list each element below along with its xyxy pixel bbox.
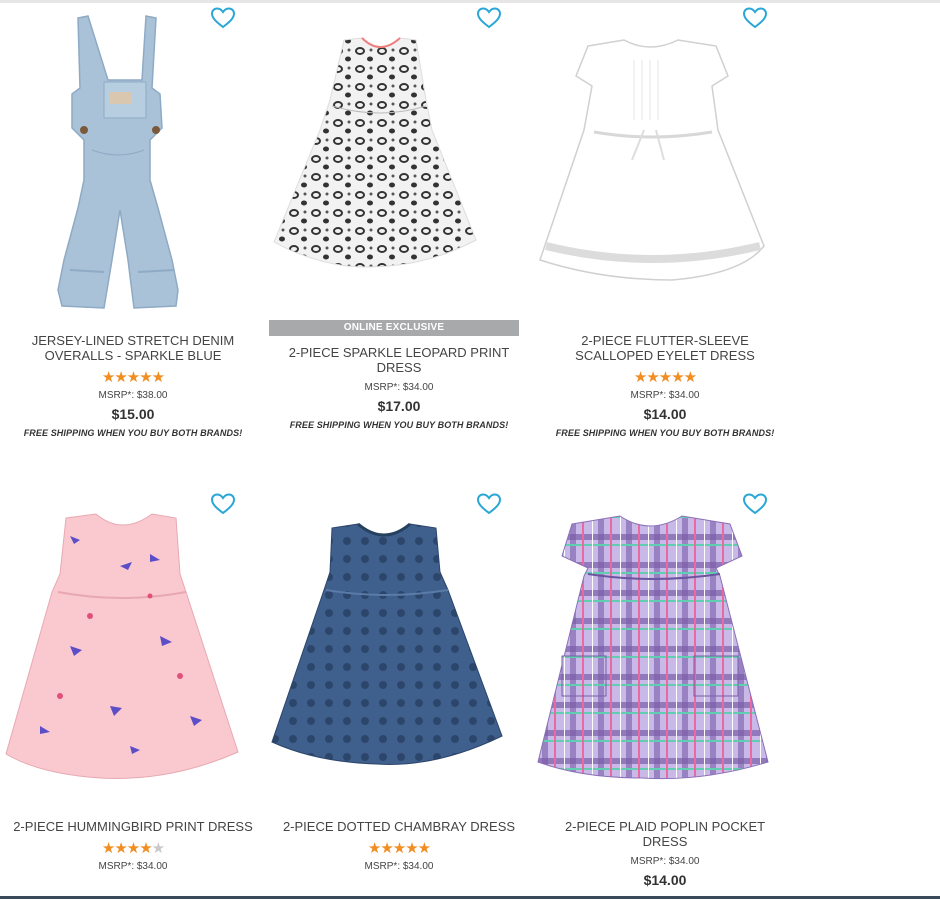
star-icon: ★ <box>139 369 152 386</box>
product-card[interactable]: ONLINE EXCLUSIVE 2-PIECE SPARKLE LEOPARD… <box>266 0 532 470</box>
product-image-leopard-dress[interactable] <box>266 10 532 310</box>
msrp-price: MSRP*: $34.00 <box>364 382 434 393</box>
rating-stars: ★★★★★ <box>532 370 798 385</box>
star-icon: ★ <box>101 369 115 386</box>
product-image-chambray-dress[interactable] <box>266 496 532 796</box>
star-icon: ★ <box>139 840 152 857</box>
star-icon: ★ <box>126 369 140 386</box>
msrp-price: MSRP*: $34.00 <box>364 861 434 872</box>
sale-price: $17.00 <box>377 398 421 414</box>
star-icon: ★ <box>646 369 659 386</box>
star-icon: ★ <box>151 369 165 386</box>
star-icon: ★ <box>101 840 115 857</box>
product-title[interactable]: 2-PIECE DOTTED CHAMBRAY DRESS <box>266 819 532 834</box>
star-icon: ★ <box>405 840 418 857</box>
star-icon: ★ <box>633 369 647 386</box>
star-icon: ★ <box>658 369 672 386</box>
product-card[interactable]: 2-PIECE HUMMINGBIRD PRINT DRESS ★★★★★ MS… <box>0 486 266 896</box>
product-card[interactable]: 2-PIECE DOTTED CHAMBRAY DRESS ★★★★★ MSRP… <box>266 486 532 896</box>
product-card[interactable]: 2-PIECE PLAID POPLIN POCKET DRESS MSRP*:… <box>532 486 798 896</box>
product-card[interactable]: 2-PIECE FLUTTER-SLEEVE SCALLOPED EYELET … <box>532 0 798 470</box>
product-title[interactable]: 2-PIECE HUMMINGBIRD PRINT DRESS <box>0 819 266 834</box>
product-card[interactable]: JERSEY-LINED STRETCH DENIM OVERALLS - SP… <box>0 0 266 470</box>
star-icon: ★ <box>114 369 127 386</box>
product-image-plaid-dress[interactable] <box>532 496 798 796</box>
product-title[interactable]: 2-PIECE PLAID POPLIN POCKET DRESS <box>532 819 798 849</box>
msrp-price: MSRP*: $38.00 <box>98 390 168 401</box>
product-title[interactable]: JERSEY-LINED STRETCH DENIM OVERALLS - SP… <box>0 333 266 363</box>
product-title[interactable]: 2-PIECE SPARKLE LEOPARD PRINT DRESS <box>266 345 532 375</box>
msrp-price: MSRP*: $34.00 <box>630 856 700 867</box>
star-icon: ★ <box>114 840 127 857</box>
star-icon: ★ <box>380 840 393 857</box>
product-title[interactable]: 2-PIECE FLUTTER-SLEEVE SCALLOPED EYELET … <box>532 333 798 363</box>
star-icon: ★ <box>417 840 431 857</box>
star-icon: ★ <box>367 840 381 857</box>
product-image-overalls[interactable] <box>0 10 266 310</box>
star-icon: ★ <box>151 840 165 857</box>
star-icon: ★ <box>126 840 140 857</box>
sale-price: $14.00 <box>643 406 687 422</box>
star-icon: ★ <box>392 840 406 857</box>
shipping-promo: FREE SHIPPING WHEN YOU BUY BOTH BRANDS! <box>289 420 509 430</box>
product-image-hummingbird-dress[interactable] <box>0 496 266 796</box>
msrp-price: MSRP*: $34.00 <box>98 861 168 872</box>
product-image-eyelet-dress[interactable] <box>532 10 798 310</box>
shipping-promo: FREE SHIPPING WHEN YOU BUY BOTH BRANDS! <box>23 428 243 438</box>
star-icon: ★ <box>683 369 697 386</box>
sale-price: $14.00 <box>643 872 687 888</box>
online-exclusive-badge: ONLINE EXCLUSIVE <box>269 320 519 336</box>
sale-price: $15.00 <box>111 406 155 422</box>
rating-stars: ★★★★★ <box>0 370 266 385</box>
shipping-promo: FREE SHIPPING WHEN YOU BUY BOTH BRANDS! <box>555 428 775 438</box>
rating-stars: ★★★★★ <box>0 841 266 856</box>
rating-stars: ★★★★★ <box>266 841 532 856</box>
msrp-price: MSRP*: $34.00 <box>630 390 700 401</box>
star-icon: ★ <box>671 369 684 386</box>
